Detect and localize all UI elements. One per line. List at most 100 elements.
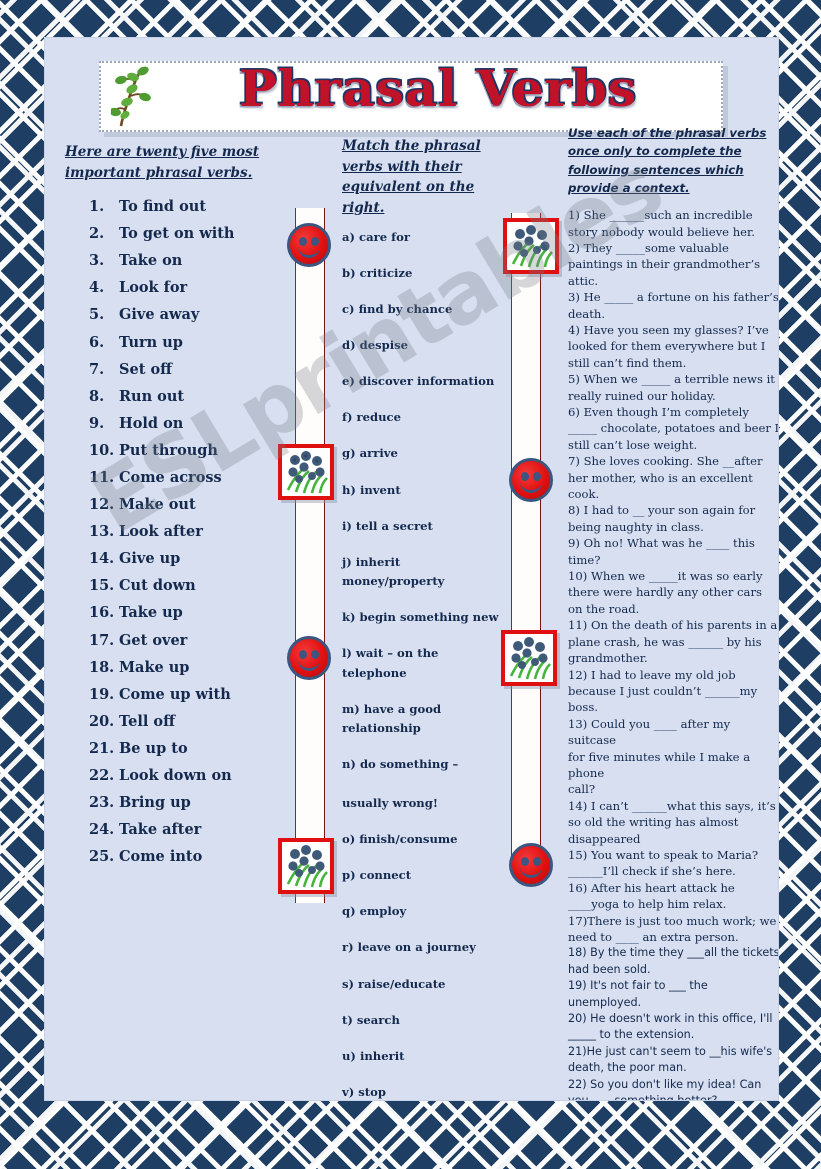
sentence-item: 20) He doesn't work in this office, I'll… [568, 1012, 773, 1042]
phrasal-verb-number: 5. [89, 306, 105, 324]
sentence-item: 11) On the death of his parents in a pla… [568, 618, 778, 666]
phrasal-verb-number: 22. [89, 767, 115, 784]
sentence-item: 12) I had to leave my old job because I … [568, 667, 758, 715]
phrasal-verb-label: Take up [119, 604, 183, 622]
phrasal-verb-number: 4. [89, 279, 105, 297]
meaning-item: p) connect [342, 868, 412, 883]
phrasal-verb-number: 18. [89, 658, 115, 676]
phrasal-verb-number: 24. [89, 821, 115, 839]
meaning-item: o) finish/consume [342, 832, 458, 847]
sentences-column: Use each of the phrasal verbs once only … [568, 124, 778, 1100]
sentence-list: 1) She ______such an incredible story no… [568, 207, 778, 1100]
vine-plant-icon [111, 66, 151, 127]
phrasal-verb-label: Turn up [119, 333, 183, 351]
phrasal-verb-item: 23. Bring up [65, 789, 290, 816]
meaning-item: m) have a good relationship [342, 701, 442, 736]
smiley-face-icon [287, 223, 331, 267]
phrasal-verb-label: Get over [119, 631, 188, 649]
phrasal-verb-number: 2. [89, 225, 105, 243]
sentence-item: 17)There is just too much work; we need … [568, 913, 777, 944]
smiley-face-icon [509, 843, 553, 887]
phrasal-verb-number: 17. [89, 631, 115, 649]
phrasal-verb-label: To find out [119, 198, 207, 216]
sentence-item: 22) So you don't like my idea! Can you _… [568, 1077, 762, 1100]
phrasal-verb-item: 15. Cut down [65, 572, 290, 599]
meaning-item: b) criticize [342, 266, 413, 281]
phrasal-verb-label: Take after [119, 821, 202, 839]
phrasal-verb-label: Put through [119, 441, 218, 459]
meaning-item: k) begin something new [342, 610, 499, 625]
phrasal-verb-number: 13. [89, 523, 115, 541]
sentence-item: 1) She ______such an incredible story no… [568, 208, 755, 239]
sentence-item: 2) They _____some valuable paintings in … [568, 240, 761, 288]
phrasal-verb-item: 19. Come up with [65, 681, 290, 708]
phrasal-verb-item: 1. To find out [65, 193, 290, 220]
sentence-item: 9) Oh no! What was he ____ this time? [568, 536, 755, 567]
phrasal-verb-item: 6. Turn up [65, 329, 290, 356]
phrasal-verb-label: Set off [119, 360, 173, 378]
meaning-item: v) stop [342, 1084, 386, 1099]
phrasal-verb-number: 9. [89, 414, 105, 432]
phrasal-verb-label: Come up with [119, 685, 231, 703]
phrasal-verb-item: 22. Look down on [65, 762, 290, 789]
phrasal-verb-label: To get on with [119, 225, 235, 243]
meaning-item: r) leave on a journey [342, 940, 476, 955]
phrasal-verb-number: 15. [89, 577, 115, 595]
phrasal-verb-label: Come across [119, 468, 222, 486]
phrasal-verbs-column: Here are twenty five most important phra… [65, 142, 290, 870]
sentence-item: 8) I had to __ your son again for being … [568, 503, 756, 534]
meanings-column: Match the phrasal verbs with their equiv… [342, 136, 502, 1100]
phrasal-verb-number: 21. [89, 739, 115, 757]
sentence-item: 3) He _____ a fortune on his father’s de… [568, 290, 778, 321]
phrasal-verb-label: Give up [119, 550, 181, 568]
phrasal-verb-item: 9. Hold on [65, 410, 290, 437]
sentence-item: 5) When we _____ a terrible news it real… [568, 372, 775, 403]
meaning-item: e) discover information [342, 374, 495, 389]
meaning-item: f) reduce [342, 410, 401, 425]
phrasal-verb-number: 16. [89, 604, 115, 622]
phrasal-verb-label: Make out [119, 496, 196, 514]
flower-picture-icon [503, 218, 559, 274]
meaning-item: q) employ [342, 904, 407, 919]
phrasal-verb-item: 2. To get on with [65, 220, 290, 247]
page-title: Phrasal Verbs [238, 59, 638, 118]
phrasal-verb-item: 12. Make out [65, 491, 290, 518]
phrasal-verb-number: 11. [89, 468, 115, 486]
phrasal-verb-item: 11. Come across [65, 464, 290, 491]
meaning-item: t) search [342, 1012, 400, 1027]
meaning-list: a) care for b) criticize c) find by chance… [342, 228, 502, 1100]
phrasal-verb-label: Be up to [119, 739, 188, 757]
sentence-item: 14) I can’t ______what this says, it’s s… [568, 798, 776, 846]
flower-picture-icon [278, 838, 334, 894]
phrasal-verb-label: Bring up [119, 794, 191, 812]
meaning-item: a) care for [342, 230, 410, 245]
title-banner: Phrasal Verbs [99, 59, 723, 132]
phrasal-verb-label: Run out [119, 387, 185, 405]
meaning-item: g) arrive [342, 446, 398, 461]
phrasal-verb-label: Take on [119, 252, 183, 270]
flower-picture-icon [278, 444, 334, 500]
phrasal-verb-number: 10. [89, 441, 115, 459]
decorative-vertical-strip [295, 208, 325, 903]
sentence-item: 10) When we _____it was so early there w… [568, 569, 763, 616]
sentence-item: 21)He just can't seem to __his wife's de… [568, 1044, 773, 1075]
phrasal-verb-item: 24. Take after [65, 816, 290, 843]
phrasal-verb-label: Look down on [119, 767, 232, 784]
phrasal-verb-item: 18. Make up [65, 654, 290, 681]
phrasal-verb-label: Tell off [119, 712, 175, 730]
meaning-item: d) despise [342, 338, 409, 353]
phrasal-verb-label: Hold on [119, 414, 184, 432]
phrasal-verb-label: Cut down [119, 577, 196, 595]
phrasal-verb-item: 13. Look after [65, 518, 290, 545]
worksheet-page: ESLprintables Phrasal Verbs Here are twe… [45, 38, 778, 1100]
phrasal-verb-item: 3. Take on [65, 247, 290, 274]
meaning-item: c) find by chance [342, 302, 453, 317]
meaning-item: n) do something – usually wrong! [342, 757, 459, 811]
phrasal-verb-number: 3. [89, 252, 105, 270]
phrasal-verb-item: 21. Be up to [65, 735, 290, 762]
phrasal-verb-number: 20. [89, 712, 115, 730]
phrasal-verb-label: Give away [119, 306, 200, 324]
phrasal-verb-item: 10. Put through [65, 437, 290, 464]
sentence-item: 7) She loves cooking. She __after her mo… [568, 454, 763, 502]
sentence-item: 15) You want to speak to Maria? ______I’… [568, 847, 759, 879]
